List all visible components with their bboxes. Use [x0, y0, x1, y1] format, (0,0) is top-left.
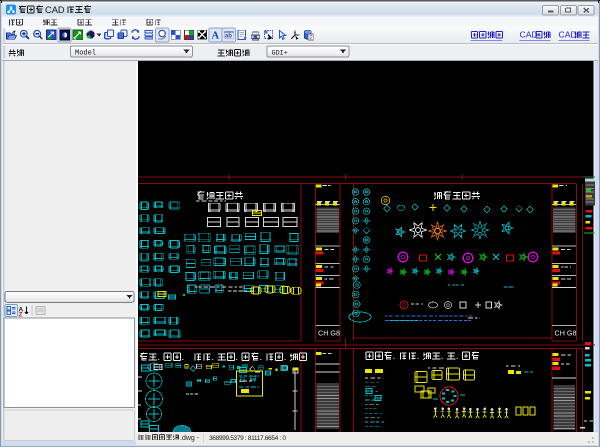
- svg-text:CH G8: CH G8: [555, 329, 577, 338]
- svg-text:.: .: [441, 351, 444, 362]
- svg-text:.: .: [260, 352, 263, 363]
- svg-text:CAD: CAD: [45, 5, 65, 15]
- svg-text:.: .: [456, 351, 459, 362]
- svg-text:.: .: [393, 351, 396, 362]
- svg-text:.: .: [211, 352, 214, 363]
- svg-text:CH G8: CH G8: [318, 329, 340, 338]
- svg-text:.: .: [417, 351, 420, 362]
- svg-text:CAD: CAD: [559, 30, 577, 40]
- svg-text:CAD: CAD: [520, 30, 538, 40]
- svg-text:ab: ab: [225, 33, 232, 39]
- svg-text:368999.5379 : 81117.6654 : 0: 368999.5379 : 81117.6654 : 0: [209, 435, 286, 442]
- svg-text:.dwg -: .dwg -: [180, 435, 200, 442]
- svg-text:.: .: [182, 352, 185, 363]
- svg-text:.: .: [235, 352, 238, 363]
- svg-text:A: A: [212, 31, 220, 42]
- svg-text:Z: Z: [19, 312, 23, 319]
- svg-text:.: .: [284, 352, 287, 363]
- svg-text:GDI+: GDI+: [272, 49, 288, 57]
- svg-text:.: .: [157, 352, 160, 363]
- svg-text:Model: Model: [75, 50, 96, 58]
